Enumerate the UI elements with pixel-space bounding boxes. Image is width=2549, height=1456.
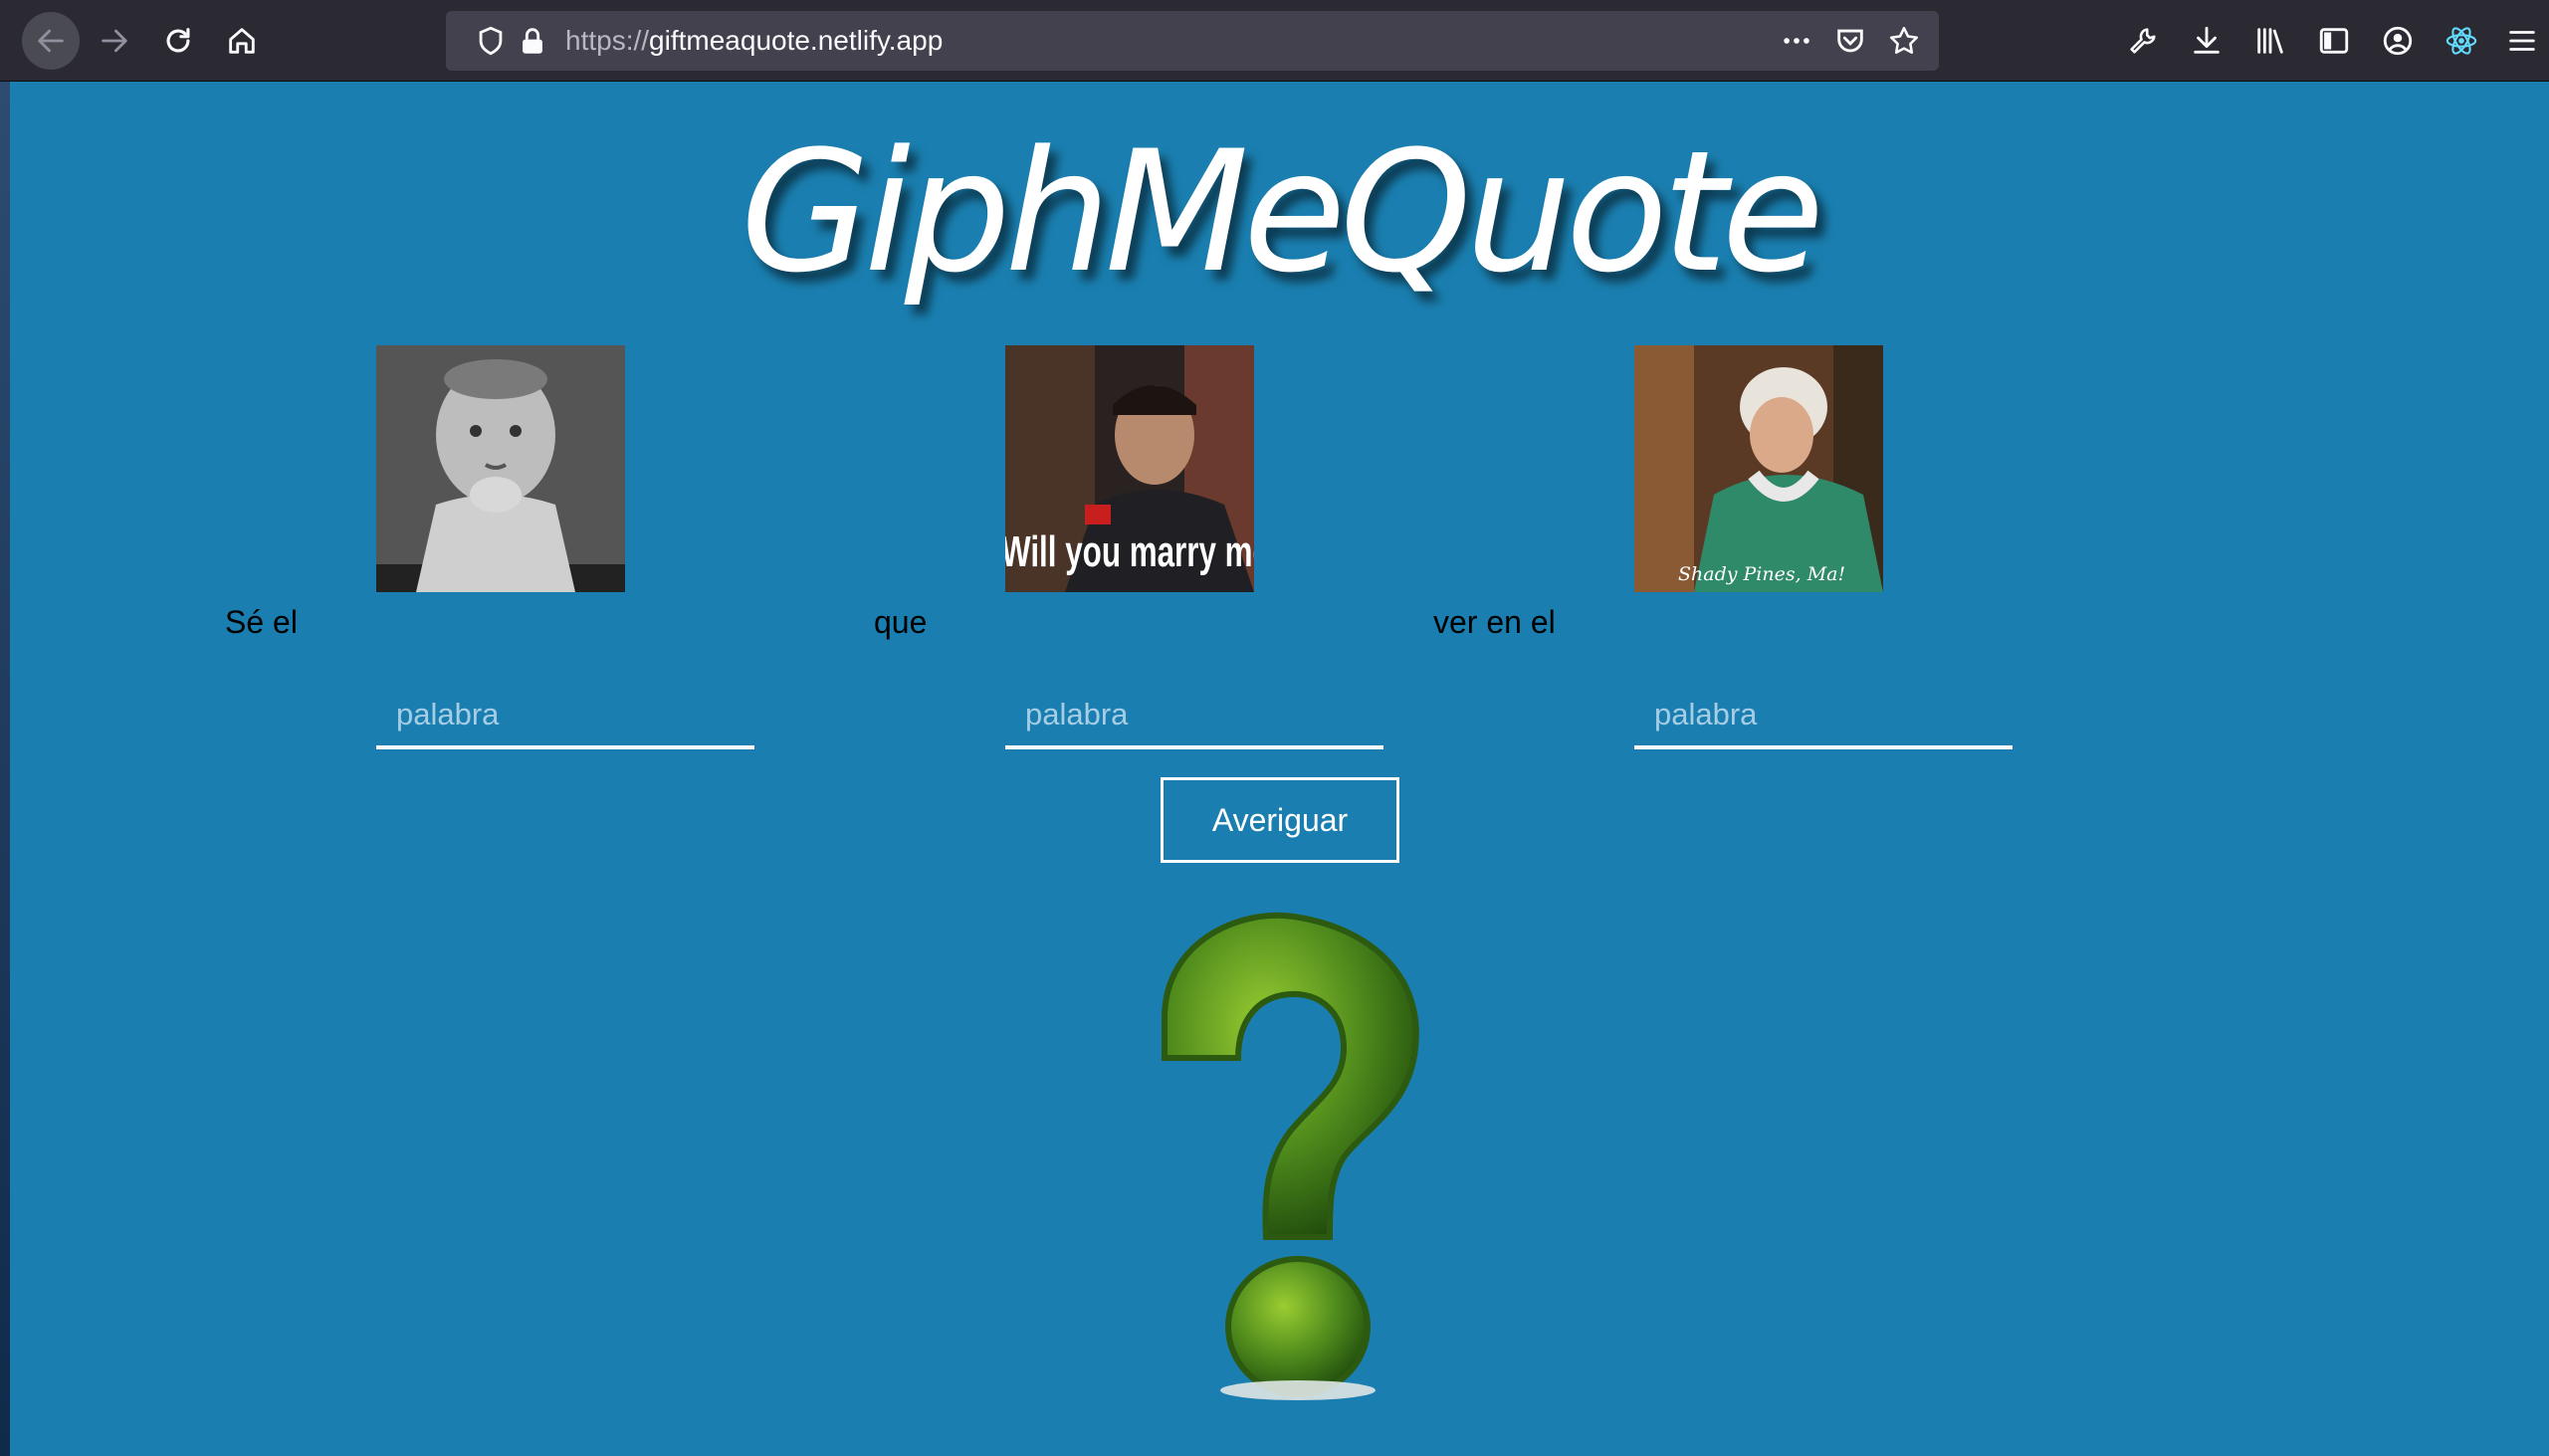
gif-3: Shady Pines, Ma! <box>1634 345 1883 592</box>
library-icon <box>2257 28 2283 54</box>
url-scheme: https:// <box>565 25 650 56</box>
star-icon[interactable] <box>1887 24 1921 58</box>
reload-button[interactable] <box>151 14 205 68</box>
tools-button[interactable] <box>2116 14 2170 68</box>
home-button[interactable] <box>215 14 269 68</box>
phrase-label-1: Sé el <box>225 604 298 640</box>
shield-icon[interactable] <box>474 24 508 58</box>
gif-2-caption: Will you marry me <box>1005 527 1254 576</box>
browser-toolbar: https://giftmeaquote.netlify.app <box>0 0 2549 82</box>
reload-icon <box>166 28 190 53</box>
forward-icon <box>102 29 127 53</box>
account-icon <box>2383 26 2413 56</box>
sidebar-icon <box>2319 28 2349 54</box>
phrase-label-2: que <box>874 604 928 640</box>
page-title: GiphMeQuote <box>740 114 1824 310</box>
gif-1 <box>376 345 625 592</box>
url-domain: giftmeaquote.netlify.app <box>649 25 944 56</box>
back-button[interactable] <box>22 12 80 70</box>
word-input-1[interactable] <box>376 674 754 749</box>
menu-button[interactable] <box>2498 14 2546 68</box>
page-content: GiphMeQuote Sé el que Will you marry <box>10 83 2549 1456</box>
downloads-button[interactable] <box>2180 14 2233 68</box>
menu-icon <box>2509 31 2535 51</box>
react-devtools-button[interactable] <box>2435 14 2488 68</box>
download-icon <box>2194 26 2220 54</box>
more-icon[interactable] <box>1780 24 1813 58</box>
word-input-2[interactable] <box>1005 674 1383 749</box>
home-icon <box>229 28 255 54</box>
phrase-label-3: ver en el <box>1433 604 1556 640</box>
library-button[interactable] <box>2243 14 2297 68</box>
wrench-icon <box>2130 28 2156 54</box>
forward-button[interactable] <box>88 14 141 68</box>
react-devtools-icon <box>2445 27 2477 55</box>
gif-3-caption: Shady Pines, Ma! <box>1678 563 1845 585</box>
back-icon <box>38 29 64 53</box>
desktop-edge <box>0 82 10 1456</box>
sidebar-button[interactable] <box>2307 14 2361 68</box>
account-button[interactable] <box>2371 14 2425 68</box>
url-text[interactable]: https://giftmeaquote.netlify.app <box>565 11 943 71</box>
url-bar[interactable]: https://giftmeaquote.netlify.app <box>446 11 1939 71</box>
averiguar-button[interactable]: Averiguar <box>1161 777 1399 863</box>
gif-2: Will you marry me <box>1005 345 1254 592</box>
word-input-3[interactable] <box>1634 674 2013 749</box>
lock-icon[interactable] <box>516 24 549 58</box>
pocket-icon[interactable] <box>1833 24 1867 58</box>
question-mark-image <box>1135 909 1433 1406</box>
